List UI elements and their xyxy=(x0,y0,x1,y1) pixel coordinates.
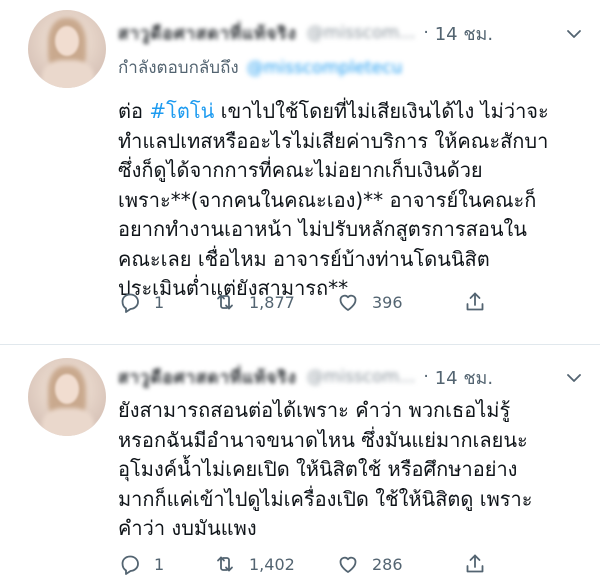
tweet-text: ต่อ #โตโน่ เขาไปใช้โดยที่ไม่เสียเงินได้ไ… xyxy=(118,97,584,304)
tweet-text: ยังสามารถสอนต่อได้เพราะ คำว่า พวกเธอไม่ร… xyxy=(118,396,584,544)
reply-handle-link[interactable]: @misscompletecu xyxy=(247,58,403,78)
reply-button[interactable]: 1 xyxy=(118,290,164,314)
separator: · xyxy=(423,367,429,387)
avatar[interactable] xyxy=(28,10,106,88)
tweet[interactable]: สาวูดือศาสดาที่แท้จริง @misscom... · 14 … xyxy=(0,346,600,581)
separator: · xyxy=(423,23,429,43)
share-button[interactable] xyxy=(463,290,487,314)
tweet-text-line: มากก็แค่เข้าไปดูไม่เครื่องเปิด ใช้ให้นิส… xyxy=(118,486,533,511)
timestamp[interactable]: 14 ชม. xyxy=(435,19,493,48)
like-count: 396 xyxy=(372,292,403,312)
author-handle[interactable]: @misscom... xyxy=(307,23,416,43)
chevron-down-icon[interactable] xyxy=(564,368,584,388)
like-count: 286 xyxy=(372,554,403,574)
author-handle[interactable]: @misscom... xyxy=(307,367,416,387)
tweet-header: สาวูดือศาสดาที่แท้จริง @misscom... · 14 … xyxy=(118,364,584,390)
tweet-text-line: ต่อ #โตโน่ เขาไปใช้โดยที่ไม่เสียเงินได้ไ… xyxy=(118,97,584,127)
reply-count: 1 xyxy=(154,554,165,574)
tweet-text-line: คณะเลย เชื่อไหม อาจารย์บ้างท่านโดนนิสิต xyxy=(118,246,490,271)
tweet-header: สาวูดือศาสดาที่แท้จริง @misscom... · 14 … xyxy=(118,20,584,46)
share-icon xyxy=(466,292,484,311)
retweet-button[interactable]: 1,877 xyxy=(213,290,295,314)
tweet[interactable]: สาวูดือศาสดาที่แท้จริง @misscom... · 14 … xyxy=(0,0,600,345)
tweet-text-line: เพราะ**(จากคนในคณะเอง)** อาจารย์ในคณะก็ xyxy=(118,187,537,212)
heart-icon xyxy=(339,294,357,311)
hashtag-link[interactable]: #โตโน่ xyxy=(149,99,214,123)
tweet-content: สาวูดือศาสดาที่แท้จริง @misscom... · 14 … xyxy=(118,20,584,313)
share-button[interactable] xyxy=(463,552,487,576)
tweet-text-line: อุโมงค์น้ำไม่เคยเปิด ให้นิสิตใช้ หรือศึก… xyxy=(118,457,518,481)
retweet-button[interactable]: 1,402 xyxy=(213,552,295,576)
like-button[interactable]: 396 xyxy=(336,290,403,314)
reply-icon xyxy=(121,293,139,313)
reply-label: กำลังตอบกลับถึง xyxy=(118,58,239,78)
timestamp[interactable]: 14 ชม. xyxy=(435,363,493,392)
reply-button[interactable]: 1 xyxy=(118,552,164,576)
tweet-text-line: หรอกฉันมีอำนาจขนาดไหน ซึ่งมันแย่มากเลยนะ xyxy=(118,427,528,452)
retweet-icon xyxy=(217,294,233,310)
reply-count: 1 xyxy=(154,292,165,312)
tweet-text-line: คำว่า งบมันแพง xyxy=(118,516,257,540)
retweet-count: 1,877 xyxy=(249,292,295,312)
tweet-text-line: ซึ่งก็ดูได้จากการที่คณะไม่อยากเก็บเงินด้… xyxy=(118,158,483,182)
like-button[interactable]: 286 xyxy=(336,552,403,576)
chevron-down-icon[interactable] xyxy=(564,24,584,44)
text-fragment: เขาไปใช้โดยที่ไม่เสียเงินได้ไง ไม่ว่าจะ xyxy=(220,99,549,123)
avatar[interactable] xyxy=(28,358,106,436)
tweet-text-line: ทำแลปเทสหรืออะไรไม่เสียค่าบริการ ให้คณะส… xyxy=(118,128,549,153)
retweet-icon xyxy=(217,556,233,572)
retweet-count: 1,402 xyxy=(249,554,295,574)
reply-context: กำลังตอบกลับถึง @misscompletecu xyxy=(118,54,584,81)
heart-icon xyxy=(339,556,357,573)
tweet-text-line: อยากทำงานเอาหน้า ไม่ปรับหลักสูตรการสอนใน xyxy=(118,217,527,241)
text-fragment: ต่อ xyxy=(118,99,143,123)
author-name[interactable]: สาวูดือศาสดาที่แท้จริง xyxy=(118,364,297,391)
author-name[interactable]: สาวูดือศาสดาที่แท้จริง xyxy=(118,20,297,47)
share-icon xyxy=(466,554,484,573)
tweet-text-line: ยังสามารถสอนต่อได้เพราะ คำว่า พวกเธอไม่ร… xyxy=(118,398,511,422)
tweet-content: สาวูดือศาสดาที่แท้จริง @misscom... · 14 … xyxy=(118,364,584,575)
reply-icon xyxy=(121,555,139,575)
